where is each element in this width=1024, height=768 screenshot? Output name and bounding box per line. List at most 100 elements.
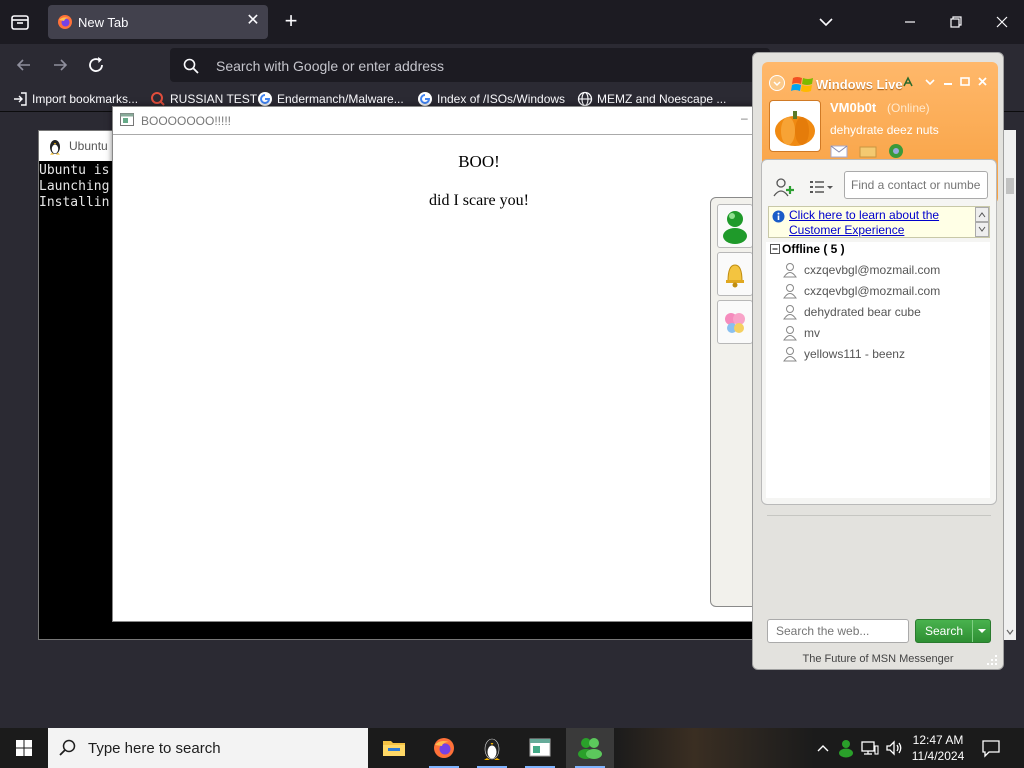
close-window-icon[interactable] <box>990 10 1014 34</box>
display-name[interactable]: VM0b0t <box>830 100 876 115</box>
personal-message[interactable]: dehydrate deez nuts <box>830 123 939 137</box>
search-icon <box>58 738 78 758</box>
offline-group-header[interactable]: Offline ( 5 ) <box>770 242 845 256</box>
offline-buddy-icon <box>783 347 797 362</box>
messenger-side-tabs <box>710 197 756 607</box>
banner-scroll-arrows[interactable] <box>975 207 989 237</box>
bookmark-label: RUSSIAN TEST <box>170 92 258 106</box>
popup-minimize-button[interactable]: – <box>741 111 748 125</box>
bookmark-label: Import bookmarks... <box>32 92 139 106</box>
customer-experience-link[interactable]: Click here to learn about the Customer E… <box>789 208 969 238</box>
offline-buddy-icon <box>783 326 797 341</box>
search-icon <box>182 57 200 75</box>
close-icon[interactable]: ✕ <box>244 12 262 30</box>
offline-buddy-icon <box>783 305 797 320</box>
contact-list: Offline ( 5 ) cxzqevbgl@mozmail.com cxzq… <box>766 242 990 498</box>
tray-overflow-chevron-icon[interactable] <box>814 738 832 758</box>
address-bar[interactable]: Search with Google or enter address <box>170 48 770 82</box>
contact-name: cxzqevbgl@mozmail.com <box>804 263 941 277</box>
find-contact-input[interactable] <box>844 171 988 199</box>
offline-buddy-icon <box>783 284 797 299</box>
display-picture-pumpkin[interactable] <box>769 100 821 152</box>
tux-icon[interactable] <box>468 728 516 768</box>
add-contact-icon[interactable] <box>772 176 796 198</box>
globe-icon <box>577 91 593 107</box>
tab-title: New Tab <box>78 15 129 30</box>
bookmark-label: Endermanch/Malware... <box>277 92 404 106</box>
contact-list-panel: Click here to learn about the Customer E… <box>761 159 997 505</box>
terminal-tab-title: Ubuntu <box>69 139 108 153</box>
window-app-icon[interactable] <box>516 728 564 768</box>
contact-item[interactable]: cxzqevbgl@mozmail.com <box>782 281 940 301</box>
contact-item[interactable]: dehydrated bear cube <box>782 302 921 322</box>
bookmark-label: MEMZ and Noescape ... <box>597 92 727 106</box>
forward-arrow-icon[interactable] <box>48 53 72 77</box>
clock-date: 11/4/2024 <box>911 749 965 763</box>
contact-name: cxzqevbgl@mozmail.com <box>804 284 941 298</box>
msn-tray-icon[interactable] <box>836 738 856 758</box>
windows-taskbar: Type here to search 12:47 AM 11/4/2024 <box>0 728 1024 768</box>
terminal-line: Ubuntu is <box>39 163 110 178</box>
tab-new-tab[interactable]: New Tab ✕ <box>48 5 268 39</box>
terminal-line: Launching <box>39 179 110 194</box>
sort-list-icon[interactable] <box>808 176 834 198</box>
google-icon <box>257 91 273 107</box>
boo-popup-window[interactable]: BOOOOOOO!!!!! – BOO! did I scare you! <box>112 106 762 622</box>
file-explorer-icon[interactable] <box>370 728 418 768</box>
windows-start-icon[interactable] <box>0 728 48 768</box>
messenger-brand: Windows Live <box>816 77 903 92</box>
taskbar-search-placeholder: Type here to search <box>88 740 221 757</box>
divider <box>767 515 991 516</box>
window-app-icon <box>120 113 134 126</box>
back-arrow-icon[interactable] <box>12 53 36 77</box>
volume-icon[interactable] <box>884 738 904 758</box>
messenger-menu-icon[interactable] <box>768 74 786 92</box>
group-label: Offline ( 5 ) <box>782 242 845 256</box>
terminal-tab[interactable]: Ubuntu <box>39 131 119 161</box>
taskbar-background-art <box>614 728 814 768</box>
online-status[interactable]: (Online) <box>887 101 930 115</box>
info-icon <box>772 210 785 223</box>
sparkle-butterfly-icon[interactable] <box>717 300 753 344</box>
new-tab-button[interactable]: + <box>280 10 302 34</box>
offline-buddy-icon <box>783 263 797 278</box>
terminal-output: Ubuntu is Launching Installin <box>39 163 109 211</box>
firefox-view-icon[interactable] <box>8 10 32 34</box>
page-scrollbar[interactable] <box>1004 130 1016 640</box>
address-bar-placeholder: Search with Google or enter address <box>216 58 445 74</box>
taskbar-clock[interactable]: 12:47 AM 11/4/2024 <box>906 732 970 764</box>
web-search-input[interactable] <box>767 619 909 643</box>
notification-icon[interactable] <box>980 738 1002 758</box>
windows-logo-icon <box>791 74 815 96</box>
contact-item[interactable]: mv <box>782 323 820 343</box>
network-icon[interactable] <box>860 738 880 758</box>
search-dropdown-icon[interactable] <box>972 620 990 642</box>
minimize-icon[interactable] <box>898 10 922 34</box>
reload-icon[interactable] <box>84 53 108 77</box>
bookmark-label: Index of /ISOs/Windows <box>437 92 566 106</box>
tux-icon <box>47 137 63 155</box>
contact-name: dehydrated bear cube <box>804 305 921 319</box>
search-icon <box>150 91 166 107</box>
resize-grip-icon[interactable] <box>985 653 999 667</box>
popup-title-bar[interactable]: BOOOOOOO!!!!! – <box>113 107 761 135</box>
messenger-footer: The Future of MSN Messenger <box>802 653 954 665</box>
google-icon <box>417 91 433 107</box>
firefox-icon[interactable] <box>420 728 468 768</box>
msn-messenger-icon[interactable] <box>566 728 614 768</box>
contact-item[interactable]: yellows111 - beenz <box>782 344 905 364</box>
web-search-button[interactable]: Search <box>915 619 991 643</box>
restore-icon[interactable] <box>944 10 968 34</box>
clock-time: 12:47 AM <box>912 733 964 747</box>
search-button-label: Search <box>924 624 964 638</box>
contact-name: yellows111 - beenz <box>804 347 905 361</box>
windows-live-messenger-window[interactable]: Windows Live VM0b0t (Online) dehydrate d… <box>752 52 1004 670</box>
firefox-icon <box>57 14 73 30</box>
chevron-down-icon[interactable] <box>814 10 838 34</box>
collapse-icon[interactable] <box>770 244 780 254</box>
contacts-tab-button[interactable] <box>717 204 753 248</box>
messenger-quick-icons <box>830 142 910 160</box>
taskbar-search-box[interactable]: Type here to search <box>48 728 368 768</box>
contact-item[interactable]: cxzqevbgl@mozmail.com <box>782 260 940 280</box>
bell-icon[interactable] <box>717 252 753 296</box>
